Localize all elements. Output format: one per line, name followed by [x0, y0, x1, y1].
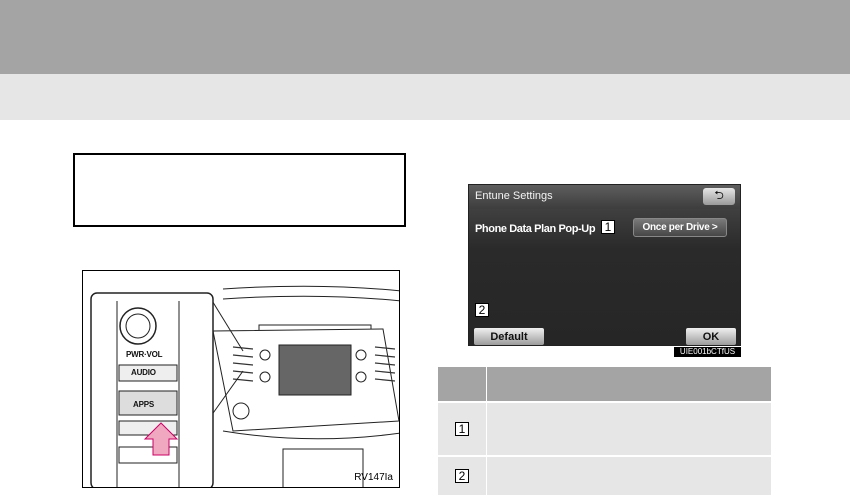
table-row: 2 [438, 455, 771, 495]
once-per-drive-button[interactable]: Once per Drive > [633, 218, 727, 237]
marker-1: 1 [601, 220, 615, 234]
entune-settings-screen: Entune Settings ⮌ Phone Data Plan Pop-Up… [468, 184, 741, 346]
back-arrow-icon: ⮌ [714, 188, 724, 202]
audio-label: AUDIO [131, 368, 156, 377]
apps-label: APPS [133, 400, 154, 409]
back-button[interactable]: ⮌ [703, 188, 735, 205]
console-drawing [90, 285, 399, 487]
phone-data-plan-label: Phone Data Plan Pop-Up [475, 223, 596, 235]
illustration-code: RV147Ia [354, 472, 393, 483]
screen-code: UIE001bCTfUS [674, 347, 741, 357]
instruction-box [73, 153, 406, 227]
table-row: 1 [438, 401, 771, 455]
screen-title: Entune Settings [475, 190, 553, 202]
header-cell-function [486, 367, 771, 401]
row-description [486, 403, 771, 455]
ok-button[interactable]: OK [686, 328, 736, 345]
row-marker-2: 2 [455, 469, 469, 483]
row-marker-1: 1 [455, 422, 469, 436]
row-description [486, 457, 771, 495]
marker-2: 2 [475, 303, 489, 317]
subheader-band [0, 74, 850, 120]
header-cell-number [438, 367, 486, 401]
settings-table: 1 2 [438, 367, 771, 495]
default-button[interactable]: Default [474, 328, 544, 345]
header-band [0, 0, 850, 74]
table-header [438, 367, 771, 401]
console-illustration: PWR·VOL AUDIO APPS RV147Ia [82, 270, 400, 488]
power-volume-label: PWR·VOL [126, 350, 163, 359]
